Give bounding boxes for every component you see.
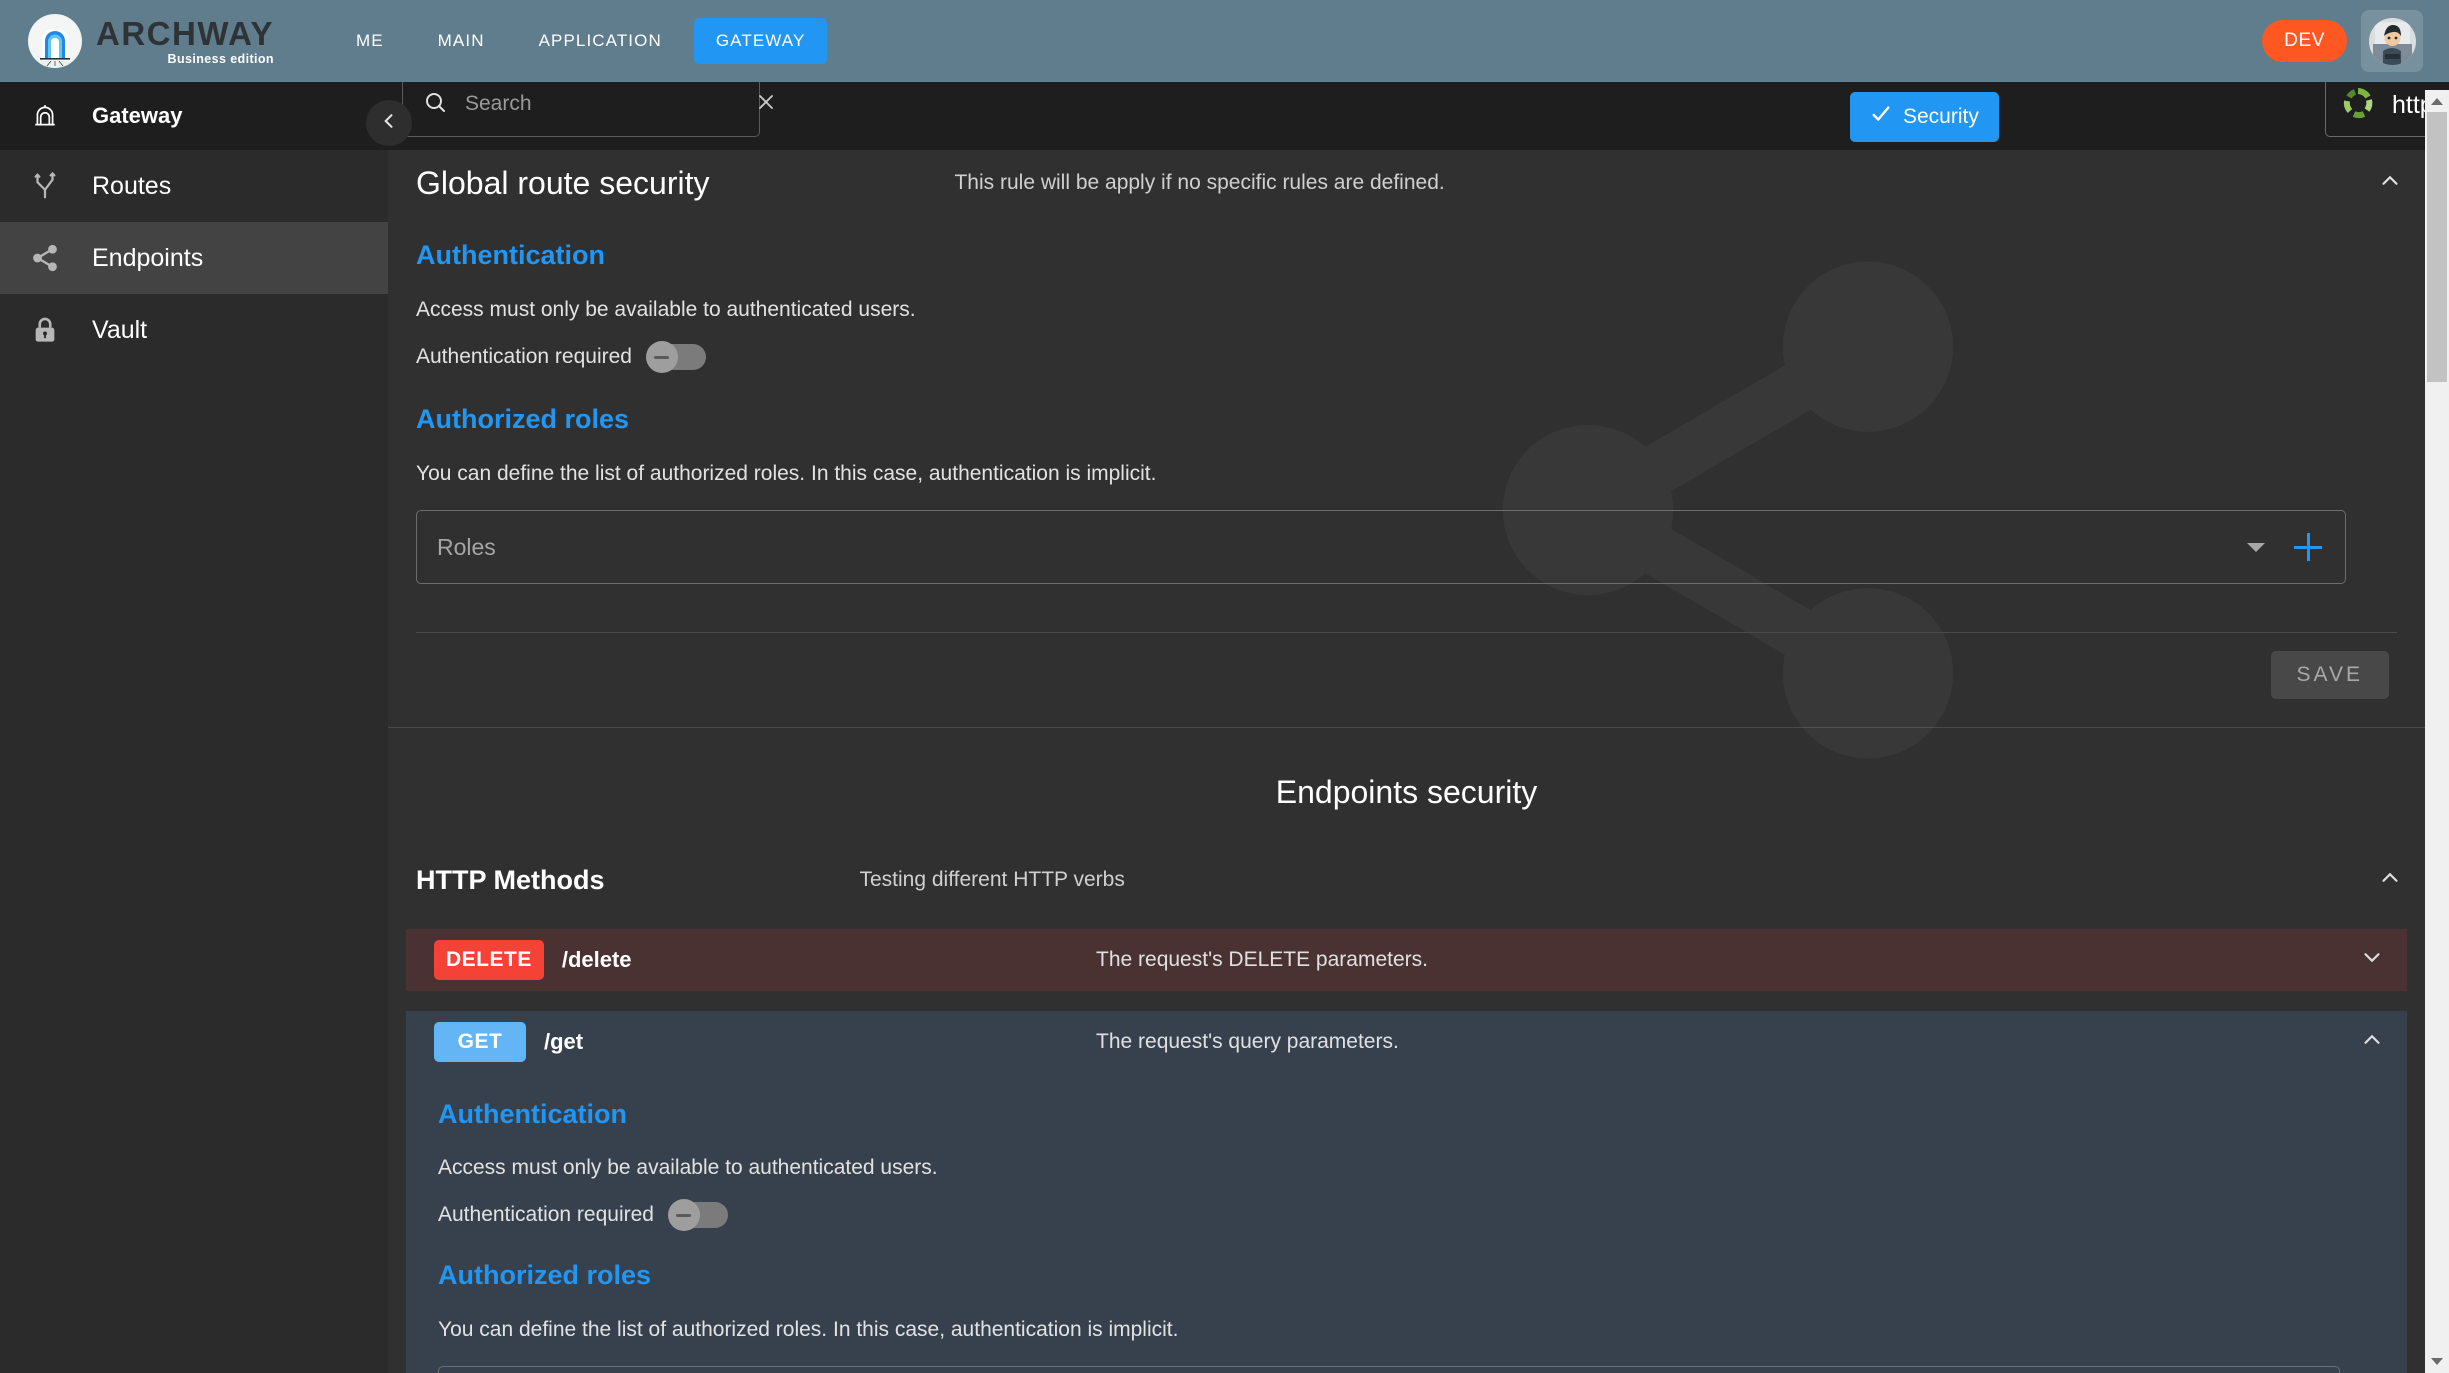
sidebar-header-label: Gateway [92,103,183,128]
get-authentication-toggle-row: Authentication required [438,1199,2375,1231]
top-navigation-bar: ARCHWAY Business edition ME MAIN APPLICA… [0,0,2449,82]
endpoint-delete-wrapper: DELETE /delete The request's DELETE para… [388,929,2425,991]
avatar [2368,17,2416,65]
toggle-knob [667,1199,700,1231]
check-icon [1870,103,1892,131]
main-nav: ME MAIN APPLICATION GATEWAY [334,18,828,64]
environment-badge[interactable]: DEV [2262,20,2347,62]
http-methods-panel: HTTP Methods Testing different HTTP verb… [388,849,2425,1373]
sidebar-item-vault[interactable]: Vault [0,294,388,366]
brand-logo[interactable]: ARCHWAY Business edition [28,14,274,68]
endpoint-card-get: GET /get The request's query parameters.… [406,1011,2407,1373]
get-detail-body: Authentication Access must only be avail… [406,1099,2407,1373]
toggle-knob [645,341,678,373]
http-methods-description: Testing different HTTP verbs [859,868,1125,891]
global-authentication-section: Authentication Access must only be avail… [388,240,2425,584]
share-nodes-icon [24,243,66,273]
chevron-up-icon[interactable] [2377,168,2403,199]
get-authorized-roles-description: You can define the list of authorized ro… [438,1318,1179,1341]
authorized-roles-description: You can define the list of authorized ro… [416,462,1157,485]
sidebar-item-label-endpoints: Endpoints [92,243,204,272]
global-actions: SAVE [388,633,2425,699]
chevron-up-icon[interactable] [2359,1027,2385,1058]
brand-name: ARCHWAY [96,14,274,52]
verb-badge-get: GET [434,1022,526,1062]
sidebar-collapse-button[interactable] [366,100,412,146]
get-authentication-toggle-label: Authentication required [438,1203,654,1226]
nav-item-application[interactable]: APPLICATION [517,18,684,64]
sidebar-item-label-routes: Routes [92,171,172,200]
get-authentication-description: Access must only be available to authent… [438,1156,938,1179]
roles-placeholder: Roles [437,533,496,560]
roles-select-global[interactable]: Roles [416,510,2346,584]
endpoint-get-wrapper: GET /get The request's query parameters.… [388,1011,2425,1373]
section-divider [388,727,2425,728]
brand-text: ARCHWAY Business edition [96,17,274,66]
scroll-up-arrow-icon[interactable] [2425,90,2449,112]
endpoint-row-get[interactable]: GET /get The request's query parameters. [406,1011,2407,1073]
chevron-down-icon[interactable] [2359,945,2385,976]
authorized-roles-heading: Authorized roles [416,404,630,434]
sidebar-item-routes[interactable]: Routes [0,150,388,222]
security-button-label: Security [1903,105,1979,128]
authentication-toggle-label: Authentication required [416,345,632,368]
nav-item-main[interactable]: MAIN [416,18,507,64]
get-authorized-roles-heading: Authorized roles [438,1260,652,1290]
authentication-heading: Authentication [416,240,605,270]
close-icon[interactable] [754,90,778,119]
sidebar-item-endpoints[interactable]: Endpoints [0,222,388,294]
scrollbar-thumb[interactable] [2427,112,2447,382]
plus-icon[interactable] [2291,530,2325,564]
get-authentication-required-toggle[interactable] [667,1199,728,1231]
global-rule-description: This rule will be apply if no specific r… [954,171,1445,194]
archway-logo-icon [28,14,82,68]
chevron-up-icon[interactable] [2377,865,2403,896]
authentication-required-toggle[interactable] [645,341,706,373]
topbar-right-group: DEV [2262,10,2431,72]
authentication-toggle-row: Authentication required [416,341,2397,373]
endpoint-path-get: /get [544,1029,584,1054]
get-authentication-heading: Authentication [438,1099,627,1129]
toolbar: Security Providers httpbin [388,61,2449,150]
global-rule-header[interactable]: Global route security This rule will be … [388,150,2425,216]
scroll-down-arrow-icon[interactable] [2425,1351,2449,1373]
save-button[interactable]: SAVE [2270,651,2389,699]
endpoint-description-get: The request's query parameters. [1096,1030,1399,1053]
nav-item-me[interactable]: ME [334,18,406,64]
vertical-scrollbar[interactable] [2425,90,2449,1373]
main-content: Global route security This rule will be … [388,150,2425,1373]
http-methods-header[interactable]: HTTP Methods Testing different HTTP verb… [388,849,2425,911]
global-route-security-panel: Global route security This rule will be … [388,150,2425,699]
authentication-description: Access must only be available to authent… [416,298,916,321]
lock-icon [24,316,66,344]
sidebar-header-gateway[interactable]: Gateway [0,82,388,150]
user-menu-button[interactable] [2361,10,2423,72]
page-title: Global route security [416,164,710,201]
route-fork-icon [24,171,66,201]
sidebar: Gateway Routes Endpoints Vault [0,82,388,1373]
brand-subtitle: Business edition [167,51,274,66]
endpoint-description-delete: The request's DELETE parameters. [1096,948,1428,971]
gateway-arch-icon [24,103,66,129]
sidebar-item-label-vault: Vault [92,315,148,344]
provider-pie-icon [2342,87,2374,124]
roles-select-get[interactable]: Roles [438,1366,2340,1373]
chevron-left-icon [379,111,399,136]
endpoint-row-delete[interactable]: DELETE /delete The request's DELETE para… [406,929,2407,991]
endpoints-security-title: Endpoints security [1275,774,1538,810]
endpoint-path-delete: /delete [561,947,632,972]
search-icon [423,90,447,119]
security-button[interactable]: Security [1850,92,1999,142]
caret-down-icon[interactable] [2247,542,2265,552]
nav-item-gateway[interactable]: GATEWAY [693,18,828,64]
verb-badge-delete: DELETE [434,940,544,980]
search-input[interactable] [465,92,736,116]
http-methods-title: HTTP Methods [416,864,605,895]
